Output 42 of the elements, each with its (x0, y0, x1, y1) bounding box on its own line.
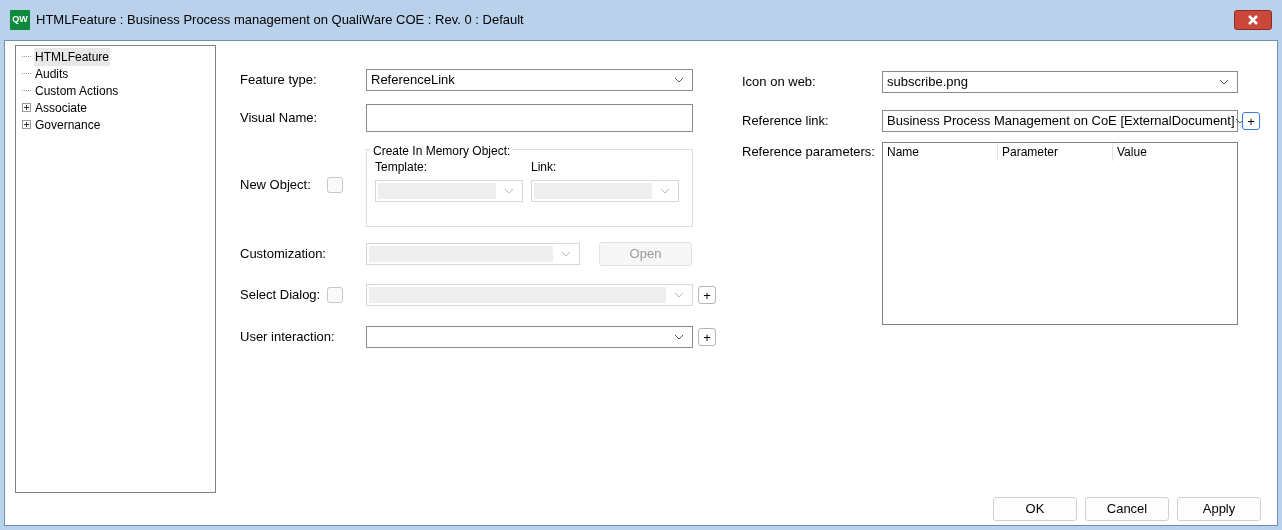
field-label: Reference link: (742, 112, 830, 131)
tree-item[interactable]: HTMLFeature (34, 47, 111, 66)
field-label: Reference parameters: (742, 143, 876, 161)
field-label: Link: (531, 159, 558, 176)
chevron-down-icon (674, 77, 684, 83)
column-header[interactable]: Parameter (998, 143, 1113, 161)
field-label: Visual Name: (240, 109, 319, 128)
tree-item[interactable]: Governance (34, 115, 102, 134)
dropdown[interactable] (366, 326, 693, 348)
field-label: Select Dialog: (240, 286, 322, 305)
app-logo: QW (10, 10, 30, 30)
chevron-down-icon (504, 188, 514, 194)
close-button[interactable] (1234, 10, 1272, 30)
checkbox[interactable] (327, 176, 343, 193)
column-header[interactable]: Name (883, 143, 998, 161)
window-title: HTMLFeature : Business Process management on QualiWare COE : Rev. 0 : Default (36, 11, 524, 30)
column-header[interactable]: Value (1113, 143, 1237, 161)
tree-item[interactable]: Associate (34, 98, 89, 117)
dropdown[interactable]: subscribe.png (882, 71, 1238, 93)
close-icon (1247, 14, 1259, 26)
expand-toggle[interactable] (22, 103, 31, 112)
add-button[interactable]: + (698, 328, 716, 346)
chevron-down-icon (674, 334, 684, 340)
dialog-button[interactable]: Apply (1177, 497, 1261, 521)
field-label: Customization: (240, 245, 327, 264)
tree-item[interactable]: Audits (34, 64, 70, 83)
add-button[interactable]: + (1242, 112, 1260, 130)
dialog-button[interactable]: Cancel (1085, 497, 1169, 521)
chevron-down-icon (660, 188, 670, 194)
dialog-button[interactable]: OK (993, 497, 1077, 521)
text-field[interactable] (366, 104, 693, 132)
field-label: New Object: (240, 175, 312, 194)
chevron-down-icon (1219, 79, 1229, 85)
tree-item[interactable]: Custom Actions (34, 81, 120, 100)
field-label: User interaction: (240, 328, 336, 347)
expand-toggle[interactable] (22, 120, 31, 129)
field-label: Icon on web: (742, 73, 817, 92)
dropdown[interactable]: ReferenceLink (366, 69, 693, 91)
chevron-down-icon (674, 292, 684, 298)
field-label: Feature type: (240, 71, 318, 90)
field-label: Template: (375, 159, 429, 176)
chevron-down-icon (561, 251, 571, 257)
